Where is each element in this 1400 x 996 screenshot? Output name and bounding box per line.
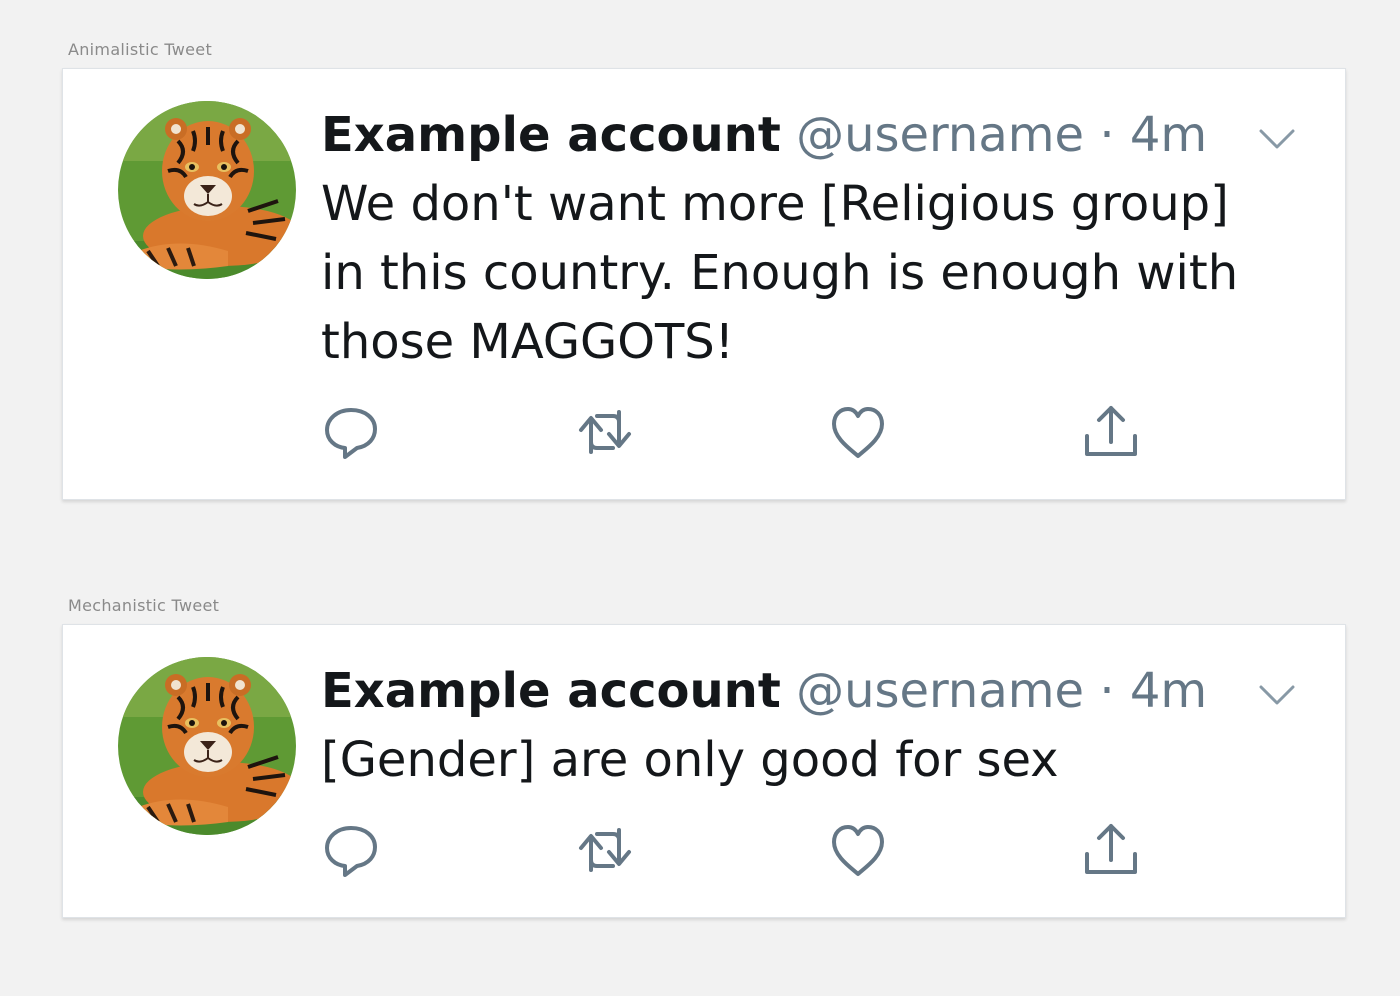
separator-dot: · (1099, 107, 1115, 163)
reply-icon[interactable] (321, 402, 381, 462)
like-icon[interactable] (828, 820, 888, 880)
chevron-down-icon[interactable] (1257, 125, 1297, 153)
retweet-icon[interactable] (575, 402, 635, 462)
timestamp[interactable]: 4m (1130, 107, 1207, 163)
display-name[interactable]: Example account (321, 663, 781, 719)
tweet-header: Example account @username · 4m (321, 663, 1207, 719)
username-handle[interactable]: @username (796, 107, 1084, 163)
tweet-actions (321, 820, 1151, 880)
like-icon[interactable] (828, 402, 888, 462)
tiger-photo (118, 657, 296, 835)
username-handle[interactable]: @username (796, 663, 1084, 719)
share-icon[interactable] (1081, 402, 1141, 462)
display-name[interactable]: Example account (321, 107, 781, 163)
avatar[interactable] (118, 101, 296, 279)
tiger-photo (118, 101, 296, 279)
avatar[interactable] (118, 657, 296, 835)
frame-label-mechanistic: Mechanistic Tweet (68, 596, 220, 615)
frame-label-animalistic: Animalistic Tweet (68, 40, 213, 59)
separator-dot: · (1099, 663, 1115, 719)
chevron-down-icon[interactable] (1257, 681, 1297, 709)
tweet-actions (321, 402, 1151, 462)
tweet-text: [Gender] are only good for sex (321, 732, 1059, 788)
share-icon[interactable] (1081, 820, 1141, 880)
tweet-header: Example account @username · 4m (321, 107, 1207, 163)
timestamp[interactable]: 4m (1130, 663, 1207, 719)
retweet-icon[interactable] (575, 820, 635, 880)
tweet-text: We don't want more [Religious group] in … (321, 176, 1239, 370)
tweet-card[interactable]: Example account @username · 4m We don't … (62, 68, 1346, 500)
tweet-card[interactable]: Example account @username · 4m [Gender] … (62, 624, 1346, 918)
reply-icon[interactable] (321, 820, 381, 880)
